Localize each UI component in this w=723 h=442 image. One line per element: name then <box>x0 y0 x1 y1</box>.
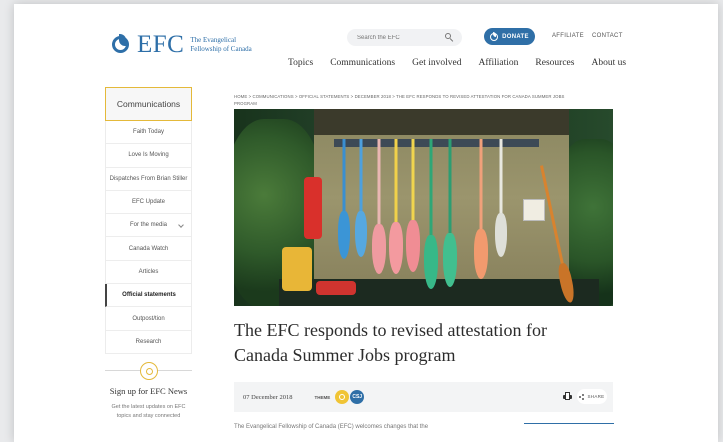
nav-resources[interactable]: Resources <box>535 58 574 68</box>
theme-badge-icon[interactable] <box>335 390 350 404</box>
search-icon[interactable] <box>445 33 454 42</box>
print-icon[interactable] <box>563 392 572 401</box>
newsletter-signup: Sign up for EFC News Get the latest upda… <box>105 362 192 421</box>
sidebar-item-dispatches[interactable]: Dispatches From Brian Stiller <box>105 167 192 191</box>
logo-subtitle: The Evangelical Fellowship of Canada <box>190 35 252 53</box>
breadcrumb[interactable]: HOME > COMMUNICATIONS > OFFICIAL STATEME… <box>234 94 614 107</box>
sidebar-item-faith-today[interactable]: Faith Today <box>105 121 192 145</box>
sidebar-item-label: For the media <box>129 222 168 229</box>
themes-label: THEME <box>314 394 331 400</box>
article-date: 07 December 2018 <box>243 393 293 401</box>
sidebar-item-for-the-media[interactable]: For the media <box>105 214 192 238</box>
share-label: SHARE <box>587 394 605 399</box>
logo-text: EFC <box>137 31 185 58</box>
contact-link[interactable]: CONTACT <box>592 33 623 39</box>
signup-title[interactable]: Sign up for EFC News <box>105 386 192 396</box>
article-meta-bar: 07 December 2018 THEME CSJ SHARE <box>234 382 613 412</box>
sidebar-item-articles[interactable]: Articles <box>105 260 192 285</box>
sidebar-item-official-statements[interactable]: Official statements <box>105 284 192 308</box>
nav-topics[interactable]: Topics <box>288 58 313 68</box>
aside-divider <box>524 423 614 424</box>
signup-description: Get the latest updates on EFC topics and… <box>111 404 186 419</box>
efc-logo-icon <box>110 33 132 56</box>
nav-get-involved[interactable]: Get involved <box>412 58 461 68</box>
nav-about-us[interactable]: About us <box>591 58 626 68</box>
efc-logo[interactable]: EFC The Evangelical Fellowship of Canada <box>110 32 252 57</box>
sidebar-title[interactable]: Communications <box>105 87 192 121</box>
sidebar-item-canada-watch[interactable]: Canada Watch <box>105 237 192 261</box>
chevron-down-icon[interactable] <box>178 222 184 229</box>
sidebar-item-love-is-moving[interactable]: Love Is Moving <box>105 144 192 168</box>
sidebar-item-outposttion[interactable]: Outpost/tion <box>105 307 192 331</box>
article-body-intro: The Evangelical Fellowship of Canada (EF… <box>234 424 429 430</box>
affiliate-link[interactable]: AFFILIATE <box>552 33 584 39</box>
donate-icon <box>490 31 499 41</box>
theme-badge-csj[interactable]: CSJ <box>350 390 365 404</box>
sidebar-item-research[interactable]: Research <box>105 330 192 354</box>
newsletter-icon <box>140 362 158 380</box>
share-button[interactable]: SHARE <box>577 389 607 404</box>
hero-image-paddles <box>234 109 613 306</box>
search-input[interactable] <box>357 34 437 41</box>
sidebar-item-efc-update[interactable]: EFC Update <box>105 190 192 215</box>
main-nav: Topics Communications Get involved Affil… <box>288 58 626 68</box>
sidebar: Communications Faith Today Love Is Movin… <box>105 87 192 354</box>
nav-affiliation[interactable]: Affiliation <box>478 58 518 68</box>
donate-label: DONATE <box>502 33 529 40</box>
article-title: The EFC responds to revised attestation … <box>234 320 547 365</box>
nav-communications[interactable]: Communications <box>330 58 395 68</box>
search-box[interactable] <box>347 29 462 46</box>
donate-button[interactable]: DONATE <box>484 28 535 45</box>
share-icon <box>579 393 585 400</box>
